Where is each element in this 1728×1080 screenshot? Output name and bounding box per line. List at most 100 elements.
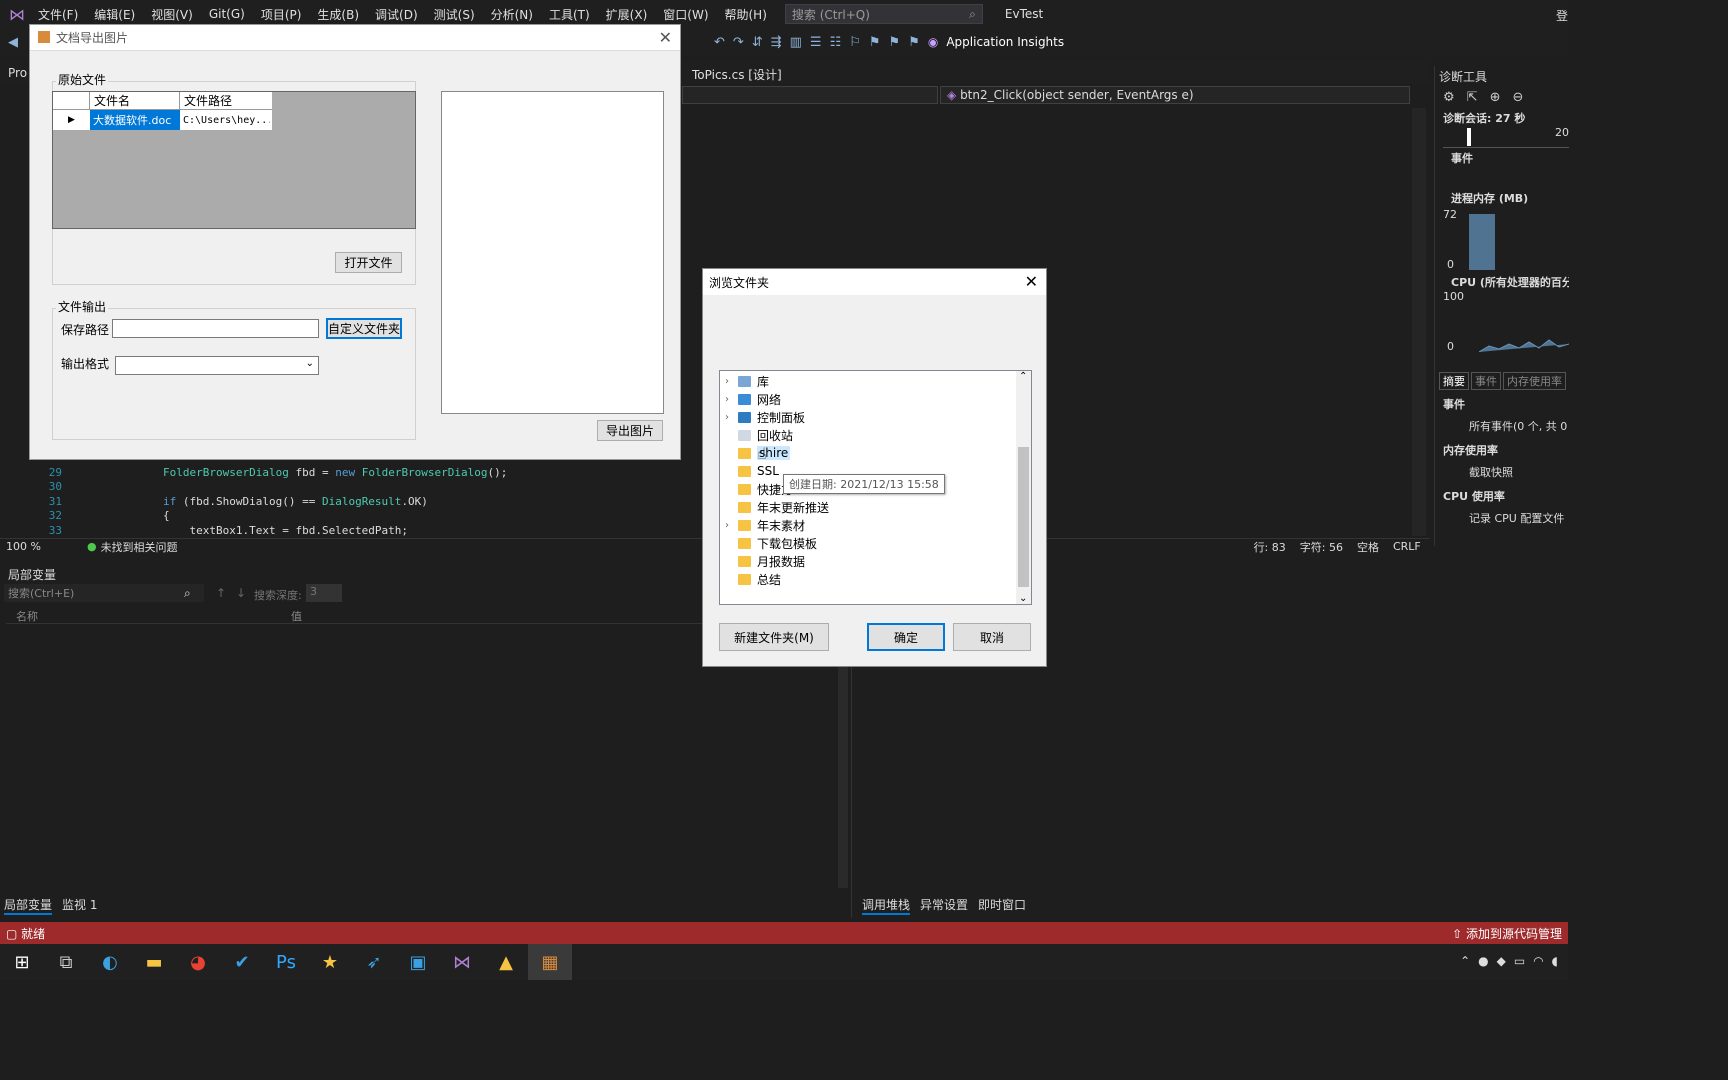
expand-icon[interactable]: › [720, 412, 734, 423]
back-icon[interactable]: ◀ [8, 35, 18, 50]
custom-folder-button[interactable]: 自定义文件夹 [326, 318, 402, 339]
expand-icon[interactable]: › [720, 394, 734, 405]
running-app-icon[interactable]: ▦ [528, 944, 572, 980]
tree-item-recycle-bin[interactable]: 回收站 [720, 426, 793, 444]
shield-icon[interactable]: ◆ [1497, 954, 1506, 968]
tree-item-year-end-material[interactable]: › 年末素材 [720, 516, 805, 534]
application-insights-button[interactable]: Application Insights [946, 35, 1064, 49]
col-value[interactable]: 值 [291, 608, 302, 624]
timeline-cursor[interactable] [1467, 128, 1471, 146]
tree-item-year-end-update[interactable]: 年末更新推送 [720, 498, 829, 516]
class-dropdown[interactable] [682, 86, 938, 104]
tree-item-library[interactable]: › 库 [720, 372, 769, 390]
bookmark-prev-icon[interactable]: ⚑ [869, 35, 881, 50]
menu-window[interactable]: 窗口(W) [655, 6, 716, 23]
menu-analyze[interactable]: 分析(N) [483, 6, 541, 23]
tab-locals[interactable]: 局部变量 [4, 896, 53, 915]
sticky-icon[interactable]: ★ [308, 944, 352, 980]
undo-icon[interactable]: ↶ [714, 35, 725, 50]
search-input[interactable]: 搜索 (Ctrl+Q) ⌕ [784, 4, 983, 24]
col-filepath[interactable]: 文件路径 [180, 92, 270, 109]
tab-summary[interactable]: 摘要 [1439, 372, 1469, 390]
login-link[interactable]: 登 [1556, 7, 1568, 24]
method-dropdown[interactable]: ◈ btn2_Click(object sender, EventArgs e) [940, 86, 1410, 104]
col-filename[interactable]: 文件名 [90, 92, 180, 109]
align-icon[interactable]: ⇵ [752, 35, 763, 50]
battery-icon[interactable]: ▭ [1514, 954, 1525, 968]
task-view-icon[interactable]: ⧉ [44, 944, 88, 980]
col-name[interactable]: 名称 [16, 608, 38, 624]
format-select[interactable]: ⌄ [115, 356, 319, 375]
ok-button[interactable]: 确定 [867, 623, 945, 651]
zoom-level[interactable]: 100 % [6, 540, 41, 553]
microphone-icon[interactable]: ● [1478, 954, 1488, 968]
cpu-section[interactable]: CPU (所有处理器的百分 [1451, 274, 1569, 290]
cell-filepath[interactable]: C:\Users\hey... [180, 113, 270, 128]
issues-status[interactable]: 未找到相关问题 [101, 539, 178, 555]
export-image-button[interactable]: 导出图片 [597, 420, 663, 441]
meeting-icon[interactable]: ▣ [396, 944, 440, 980]
spaces-indicator[interactable]: 空格 [1357, 539, 1379, 555]
menu-file[interactable]: 文件(F) [30, 6, 86, 23]
eol-indicator[interactable]: CRLF [1393, 540, 1421, 553]
visual-studio-icon[interactable]: ⋈ [440, 944, 484, 980]
wifi-icon[interactable]: ◠ [1533, 954, 1543, 968]
open-file-button[interactable]: 打开文件 [335, 252, 402, 273]
locals-search-input[interactable]: 搜索(Ctrl+E) [4, 584, 204, 602]
add-to-source-control-button[interactable]: ⇧ 添加到源代码管理 [1452, 925, 1562, 942]
take-snapshot-button[interactable]: 截取快照 [1469, 464, 1513, 480]
search-icon[interactable]: ⌕ [184, 586, 191, 601]
menu-build[interactable]: 生成(B) [309, 6, 367, 23]
scroll-thumb[interactable] [1018, 447, 1029, 587]
app-icon[interactable]: ▲ [484, 944, 528, 980]
zoom-in-icon[interactable]: ⊕ [1490, 90, 1501, 105]
redo-icon[interactable]: ↷ [733, 35, 744, 50]
scroll-up-icon[interactable]: ⌃ [1019, 371, 1027, 382]
bookmark-next-icon[interactable]: ⚑ [889, 35, 901, 50]
tree-item-download-template[interactable]: 下载包模板 [720, 534, 817, 552]
save-path-input[interactable] [112, 319, 319, 338]
expand-icon[interactable]: › [720, 376, 734, 387]
tree-item-monthly-data[interactable]: 月报数据 [720, 552, 805, 570]
bookmark-icon[interactable]: ⚐ [849, 35, 861, 50]
tab-topics-design[interactable]: ToPics.cs [设计] [692, 66, 782, 83]
left-tab[interactable]: Pro [8, 66, 27, 80]
volume-icon[interactable]: ◖ [1552, 954, 1558, 968]
scroll-down-icon[interactable]: ⌄ [1019, 593, 1027, 604]
chrome-icon[interactable]: ◕ [176, 944, 220, 980]
all-events-link[interactable]: 所有事件(0 个, 共 0 [1469, 418, 1567, 434]
menu-extensions[interactable]: 扩展(X) [598, 6, 656, 23]
tab-memory-usage[interactable]: 内存使用率 [1503, 372, 1566, 390]
menu-test[interactable]: 测试(S) [426, 6, 483, 23]
tab-exception-settings[interactable]: 异常设置 [920, 896, 968, 915]
menu-tools[interactable]: 工具(T) [541, 6, 598, 23]
menu-view[interactable]: 视图(V) [143, 6, 201, 23]
menu-edit[interactable]: 编辑(E) [86, 6, 143, 23]
photoshop-icon[interactable]: Ps [264, 944, 308, 980]
chevron-up-icon[interactable]: ⌃ [1460, 954, 1470, 968]
layout-icon[interactable]: ▥ [790, 35, 802, 50]
table-row[interactable]: ▶ 大数据软件.doc C:\Users\hey... [53, 110, 272, 130]
menu-debug[interactable]: 调试(D) [367, 6, 426, 23]
outdent-icon[interactable]: ☷ [830, 35, 842, 50]
tree-item-ssl[interactable]: SSL [720, 462, 779, 480]
tree-item-summary[interactable]: 总结 [720, 570, 781, 588]
timeline[interactable]: 20 [1443, 126, 1569, 148]
record-cpu-profile-button[interactable]: 记录 CPU 配置文件 [1469, 510, 1564, 526]
tab-watch[interactable]: 监视 1 [62, 896, 97, 915]
export-icon[interactable]: ⇱ [1467, 90, 1478, 105]
zoom-out-icon[interactable]: ⊖ [1512, 90, 1523, 105]
search-depth-select[interactable]: 3 [306, 584, 342, 602]
locals-scrollbar[interactable] [838, 658, 848, 888]
tree-item-network[interactable]: › 网络 [720, 390, 781, 408]
events-section[interactable]: 事件 [1451, 150, 1473, 166]
new-folder-button[interactable]: 新建文件夹(M) [719, 623, 829, 651]
expand-icon[interactable]: › [720, 520, 734, 531]
arrow-down-icon[interactable]: ↓ [236, 586, 246, 600]
close-icon[interactable]: ✕ [1025, 272, 1038, 291]
tree-item-shire[interactable]: shire [720, 444, 791, 462]
menu-help[interactable]: 帮助(H) [717, 6, 775, 23]
edge-icon[interactable]: ◐ [88, 944, 132, 980]
todo-icon[interactable]: ✔ [220, 944, 264, 980]
tab-events[interactable]: 事件 [1471, 372, 1501, 390]
